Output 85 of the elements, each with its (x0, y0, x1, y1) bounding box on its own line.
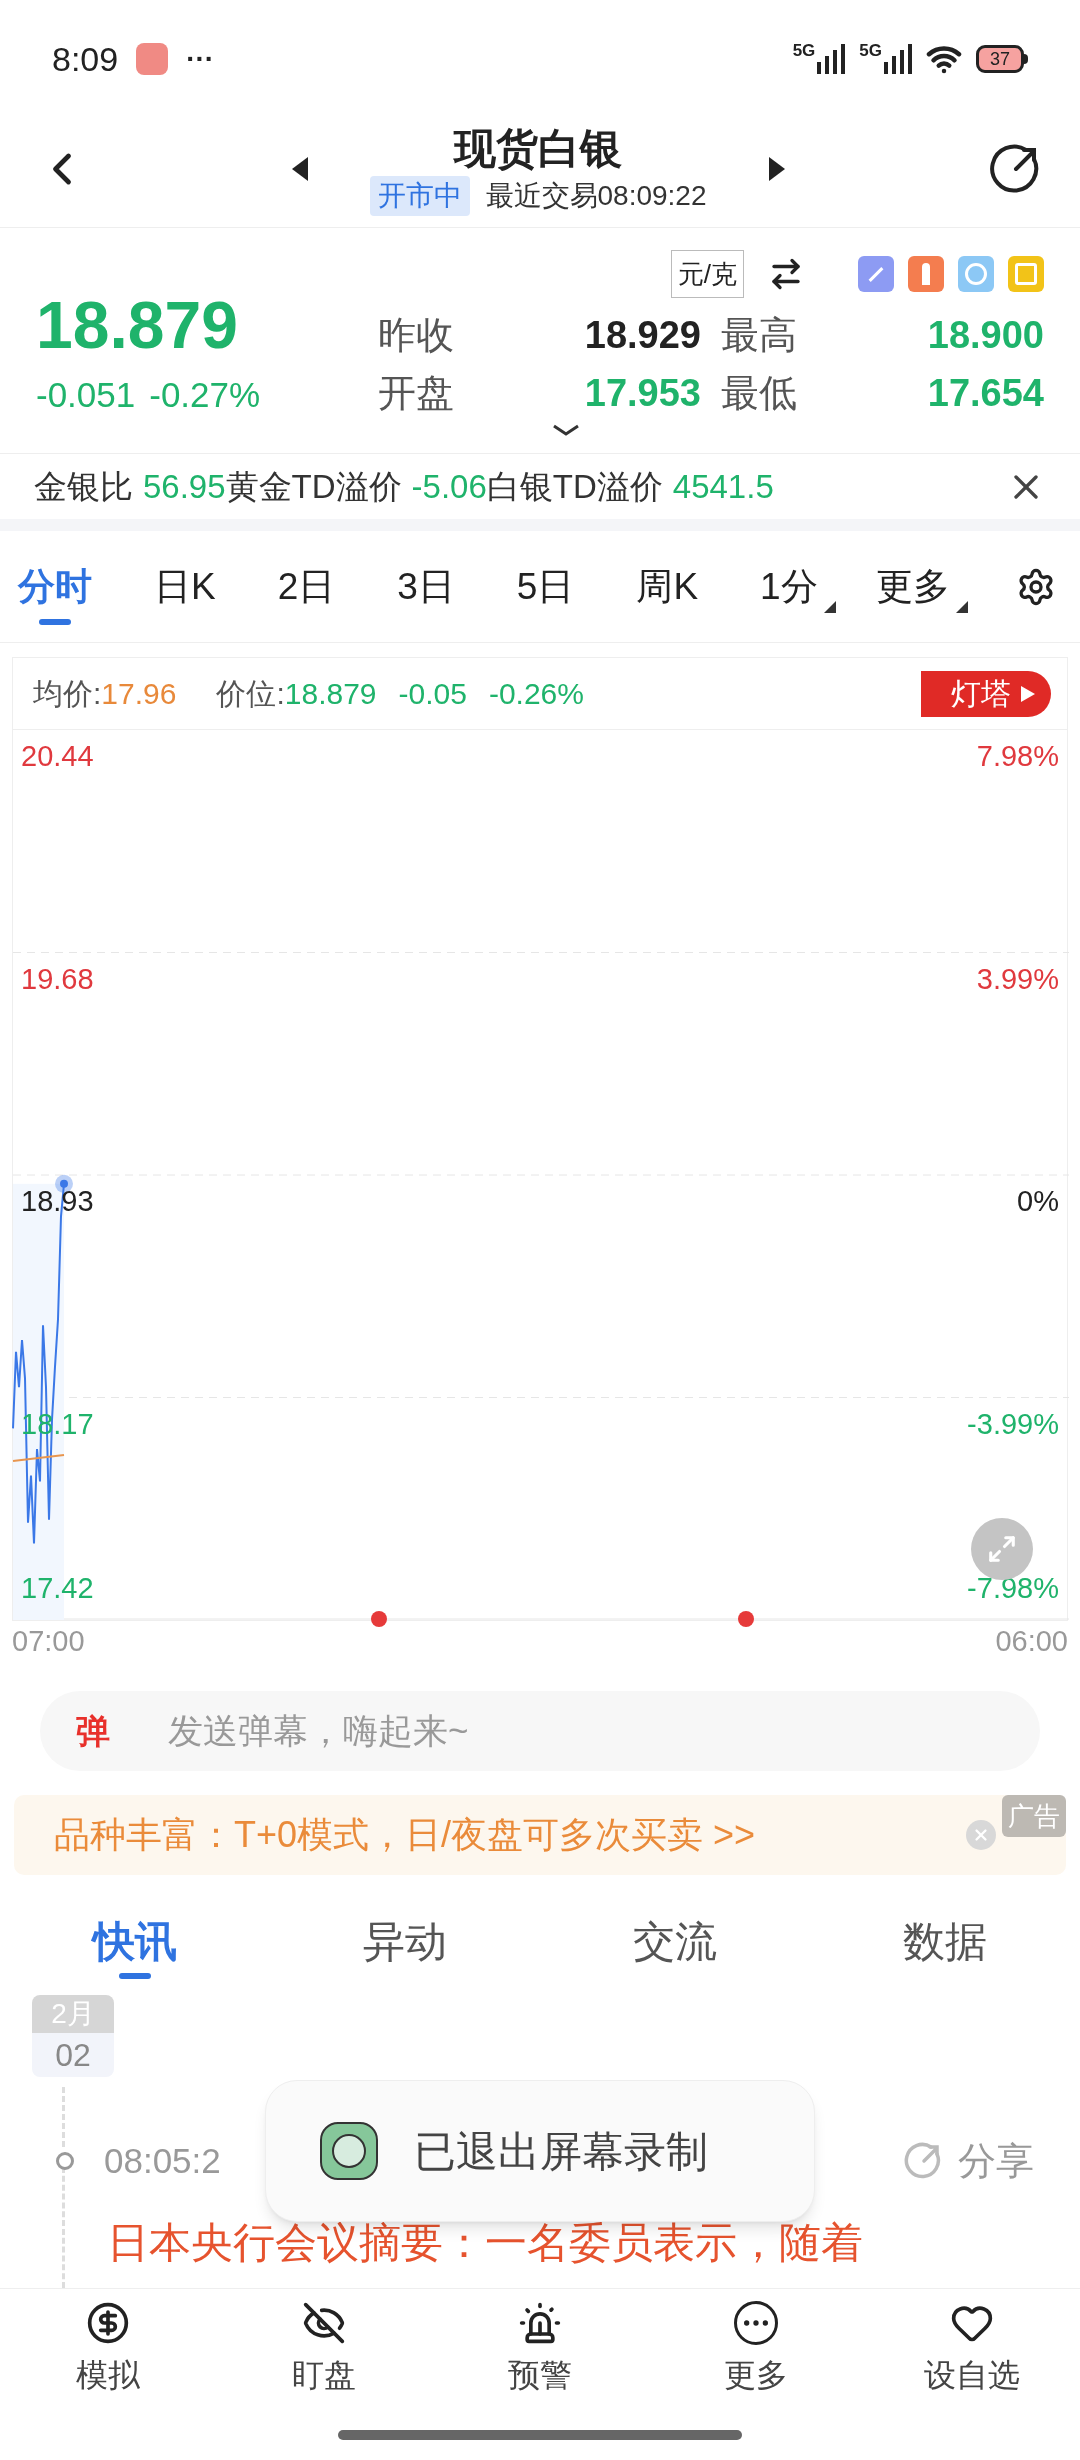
network-label: 5G (859, 42, 882, 59)
stat-label: 最低 (721, 371, 797, 416)
page-title: 现货白银 (454, 123, 622, 174)
bottom-nav-item[interactable]: 模拟 (33, 2300, 183, 2399)
bottom-nav-item[interactable]: 更多 (681, 2300, 831, 2399)
market-status-badge: 开市中 (369, 175, 470, 216)
timeline-line (62, 2087, 65, 2147)
stat-label: 开盘 (378, 371, 454, 416)
expand-caret-icon[interactable] (552, 424, 580, 436)
average-line (12, 1454, 65, 1462)
last-trade-time: 最近交易08:09:22 (485, 178, 707, 213)
period-tab[interactable]: 分时 (14, 530, 96, 643)
event-marker (371, 1611, 387, 1627)
event-marker (738, 1611, 754, 1627)
settings-icon[interactable] (1016, 566, 1056, 607)
news-time: 08:05:2 (104, 2139, 221, 2182)
previous-icon[interactable] (291, 156, 310, 181)
more-icon (734, 2300, 778, 2345)
ratio-value: -5.06 (411, 466, 487, 507)
stat-value: 18.929 (583, 313, 701, 358)
siren-icon (518, 2300, 562, 2345)
percent-axis-label: -7.98% (967, 1571, 1059, 1606)
price-level-change-percent: -0.26% (488, 676, 584, 712)
price-level-value: 18.879 (284, 676, 377, 712)
price-axis-label: 20.44 (21, 739, 94, 774)
expand-icon (987, 1534, 1017, 1564)
price-level-label: 价位: (216, 676, 285, 712)
period-tab[interactable]: 1分 (756, 530, 836, 643)
percent-axis-label: 3.99% (976, 961, 1059, 997)
average-price-value: 17.96 (101, 676, 177, 712)
stat-value: 17.953 (583, 371, 701, 416)
period-tab[interactable]: 周K (632, 530, 703, 643)
time-axis-label: 07:00 (12, 1624, 85, 1659)
ratio-label: 黄金TD溢价 (225, 466, 402, 507)
stat-value: 17.654 (926, 371, 1044, 416)
lighthouse-promo-button[interactable]: 灯塔 (921, 670, 1051, 717)
price-axis-label: 17.42 (21, 1571, 94, 1606)
ad-text: 品种丰富：T+0模式，日/夜盘可多次买卖 >> (54, 1813, 756, 1857)
slashed-eye-icon (302, 2300, 346, 2345)
unit-toggle[interactable]: 元/克 (670, 250, 744, 298)
bottom-nav-item[interactable]: 设自选 (897, 2300, 1047, 2399)
news-tab[interactable]: 异动 (357, 1895, 453, 1987)
date-day: 02 (32, 2033, 114, 2077)
period-tab[interactable]: 更多 (871, 530, 968, 643)
price-change: -0.051 (36, 373, 136, 416)
period-tab[interactable]: 5日 (512, 530, 579, 643)
toast-message: 已退出屏幕录制 (414, 2126, 708, 2177)
period-tab[interactable]: 日K (150, 530, 220, 643)
screen-record-icon (320, 2122, 378, 2180)
next-icon[interactable] (766, 156, 785, 181)
ratio-value: 4541.5 (672, 466, 774, 507)
ad-tag: 广告 (1002, 1795, 1066, 1837)
price-level-change: -0.05 (398, 676, 467, 712)
time-axis-label: 06:00 (995, 1624, 1068, 1659)
danmaku-label: 弹 (76, 1711, 110, 1752)
dollar-cycle-icon (86, 2300, 130, 2345)
status-time: 8:09 (52, 38, 119, 80)
stat-label: 昨收 (378, 313, 454, 358)
period-tab[interactable]: 2日 (273, 530, 340, 643)
price-change-percent: -0.27% (149, 373, 261, 416)
percent-axis-label: 7.98% (976, 739, 1059, 774)
ratio-label: 金银比 (34, 466, 133, 507)
last-price: 18.879 (36, 286, 239, 364)
signal-icon (882, 42, 912, 76)
network-label: 5G (792, 42, 816, 59)
news-tab[interactable]: 交流 (627, 1895, 723, 1987)
ratio-value: 56.95 (143, 466, 226, 507)
ratio-label: 白银TD溢价 (486, 466, 663, 507)
bottom-nav-item[interactable]: 预警 (465, 2300, 615, 2399)
more-notifications: ··· (186, 42, 215, 76)
percent-axis-label: -3.99% (967, 1406, 1059, 1442)
stat-label: 最高 (721, 313, 797, 358)
average-price-label: 均价: (33, 676, 102, 712)
signal-icon (815, 42, 846, 76)
period-tab[interactable]: 3日 (393, 530, 459, 643)
news-tab[interactable]: 数据 (897, 1895, 993, 1987)
price-axis-label: 19.68 (21, 961, 94, 997)
news-tab[interactable]: 快讯 (87, 1895, 183, 1987)
battery-level: 37 (990, 50, 1010, 68)
stat-value: 18.900 (926, 313, 1044, 358)
app-notification-icon (136, 43, 169, 75)
bottom-nav-item[interactable]: 盯盘 (249, 2300, 399, 2399)
percent-axis-label: 0% (1017, 1184, 1059, 1219)
news-headline: 日本央行会议摘要：一名委员表示，随着 (107, 2219, 864, 2267)
play-icon (1021, 685, 1035, 702)
